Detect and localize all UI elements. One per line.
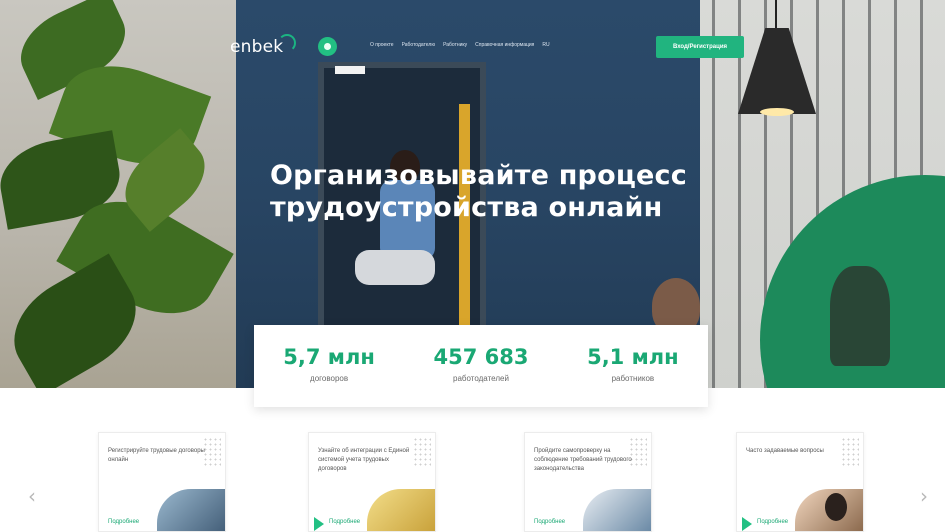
stat-label: работодателей	[453, 374, 509, 383]
logo-text: enbek	[230, 37, 284, 57]
booth-light	[335, 66, 365, 74]
stat-employees: 5,1 млн работников	[587, 345, 679, 383]
card-more-link[interactable]: Подробнее	[329, 519, 360, 525]
nav-link-employer[interactable]: Работодателю	[402, 42, 436, 48]
stat-label: договоров	[310, 374, 349, 383]
woman-figure	[830, 266, 890, 366]
nav-link-reference[interactable]: Справочная информация	[475, 42, 534, 48]
stat-label: работников	[611, 374, 655, 383]
top-nav: enbek О проекте Работодателю Работнику С…	[230, 30, 750, 62]
card-text: Регистрируйте трудовые договоры онлайн	[108, 448, 205, 463]
logo-arc-icon	[278, 34, 296, 52]
card-more-link[interactable]: Подробнее	[534, 519, 565, 525]
card-image	[367, 489, 435, 531]
lamp-wire	[775, 0, 777, 28]
carousel-next-icon[interactable]: ›	[920, 484, 928, 508]
logo[interactable]: enbek	[230, 34, 296, 60]
accessibility-icon[interactable]	[318, 37, 337, 56]
carousel-prev-icon[interactable]: ‹	[28, 484, 36, 508]
login-register-button[interactable]: Вход/Регистрация	[656, 36, 744, 58]
language-switch[interactable]: RU	[542, 42, 549, 48]
lamp-glow	[760, 108, 794, 116]
headline-line-2: трудоустройства онлайн	[270, 192, 663, 223]
card-text: Пройдите самопроверку на соблюдение треб…	[534, 448, 632, 472]
card-image	[157, 489, 225, 531]
info-card-faq[interactable]: Часто задаваемые вопросы Подробнее	[736, 432, 864, 532]
green-triangle-icon	[742, 517, 752, 531]
stat-contracts: 5,7 млн договоров	[283, 345, 375, 383]
stat-value: 5,1 млн	[587, 345, 679, 369]
stat-value: 457 683	[433, 345, 529, 369]
headline-line-1: Организовывайте процесс	[270, 160, 687, 191]
hero-headline: Организовывайте процесс трудоустройства …	[270, 160, 730, 224]
nav-link-employee[interactable]: Работнику	[443, 42, 467, 48]
stats-panel: 5,7 млн договоров 457 683 работодателей …	[254, 325, 708, 407]
page: enbek О проекте Работодателю Работнику С…	[0, 0, 945, 532]
card-text: Узнайте об интеграции с Единой системой …	[318, 448, 410, 472]
info-card-integration[interactable]: Узнайте об интеграции с Единой системой …	[308, 432, 436, 532]
nav-link-about[interactable]: О проекте	[370, 42, 394, 48]
card-more-link[interactable]: Подробнее	[757, 519, 788, 525]
nav-links: О проекте Работодателю Работнику Справоч…	[370, 42, 550, 48]
stat-value: 5,7 млн	[283, 345, 375, 369]
figure-legs	[355, 250, 435, 285]
badge-dot	[324, 43, 331, 50]
card-image	[583, 489, 651, 531]
card-person-image	[825, 493, 847, 521]
green-triangle-icon	[314, 517, 324, 531]
stat-employers: 457 683 работодателей	[433, 345, 528, 383]
info-card-register[interactable]: Регистрируйте трудовые договоры онлайн П…	[98, 432, 226, 532]
card-text: Часто задаваемые вопросы	[746, 448, 824, 454]
info-card-selfcheck[interactable]: Пройдите самопроверку на соблюдение треб…	[524, 432, 652, 532]
card-more-link[interactable]: Подробнее	[108, 519, 139, 525]
